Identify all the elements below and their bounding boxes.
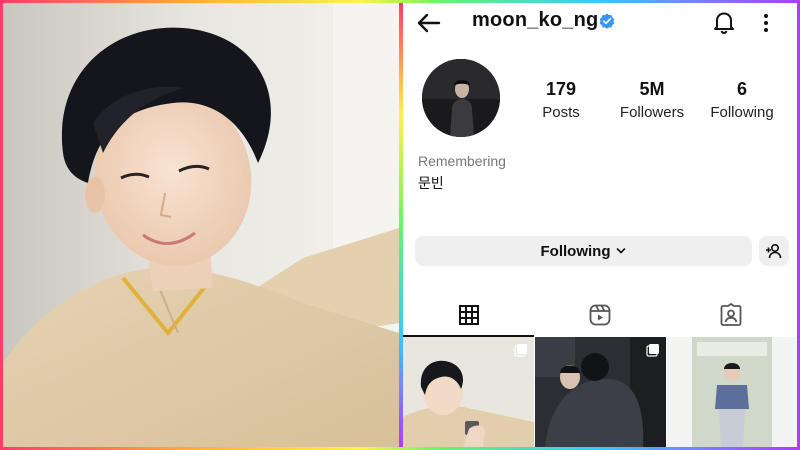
screenshot-frame: moon_ko_ng 179 Posts 5M Followers 6 Foll… <box>3 3 797 447</box>
posts-count: 179 <box>545 79 577 99</box>
reels-icon <box>589 304 610 326</box>
following-stat[interactable]: 6 Following <box>697 79 787 121</box>
multiple-posts-icon <box>646 344 659 357</box>
posts-label: Posts <box>542 104 580 121</box>
profile-username: moon_ko_ng <box>472 9 599 31</box>
suggested-users-button[interactable] <box>759 236 789 266</box>
following-label: Following <box>710 104 774 121</box>
add-user-icon <box>766 243 782 259</box>
following-button[interactable]: Following <box>415 236 752 266</box>
profile-tabs <box>403 293 797 337</box>
bio-name: 문빈 <box>418 175 444 191</box>
posts-stat[interactable]: 179 Posts <box>516 79 606 121</box>
more-vertical-icon <box>764 14 768 32</box>
post-thumbnail-3[interactable] <box>667 337 797 447</box>
back-arrow-icon <box>417 13 441 33</box>
tab-tagged[interactable] <box>665 293 796 337</box>
followers-label: Followers <box>619 104 685 121</box>
tab-reels[interactable] <box>534 293 665 337</box>
post-thumbnail-2[interactable] <box>535 337 666 447</box>
following-button-label: Following <box>540 242 611 260</box>
profile-avatar[interactable] <box>422 59 500 137</box>
more-options-button[interactable] <box>759 11 773 35</box>
grid-icon <box>458 305 479 325</box>
tagged-icon <box>720 303 741 326</box>
top-bar: moon_ko_ng <box>403 3 797 43</box>
followers-stat[interactable]: 5M Followers <box>607 79 697 121</box>
featured-photo <box>3 3 399 447</box>
multiple-posts-icon <box>514 344 527 357</box>
posts-grid <box>403 337 797 447</box>
post-image-3 <box>667 337 797 447</box>
profile-panel: moon_ko_ng 179 Posts 5M Followers 6 Foll… <box>403 3 797 447</box>
portrait-illustration <box>3 3 399 447</box>
back-button[interactable] <box>415 9 443 37</box>
followers-count: 5M <box>639 79 665 99</box>
notifications-button[interactable] <box>711 9 737 35</box>
tab-posts-grid[interactable] <box>403 293 534 337</box>
following-count: 6 <box>736 79 747 99</box>
post-thumbnail-1[interactable] <box>403 337 534 447</box>
bio-remembering: Remembering <box>418 153 506 169</box>
verified-badge-icon <box>599 13 615 29</box>
chevron-down-icon <box>617 248 626 254</box>
avatar-image <box>422 59 500 137</box>
bell-icon <box>714 12 734 35</box>
